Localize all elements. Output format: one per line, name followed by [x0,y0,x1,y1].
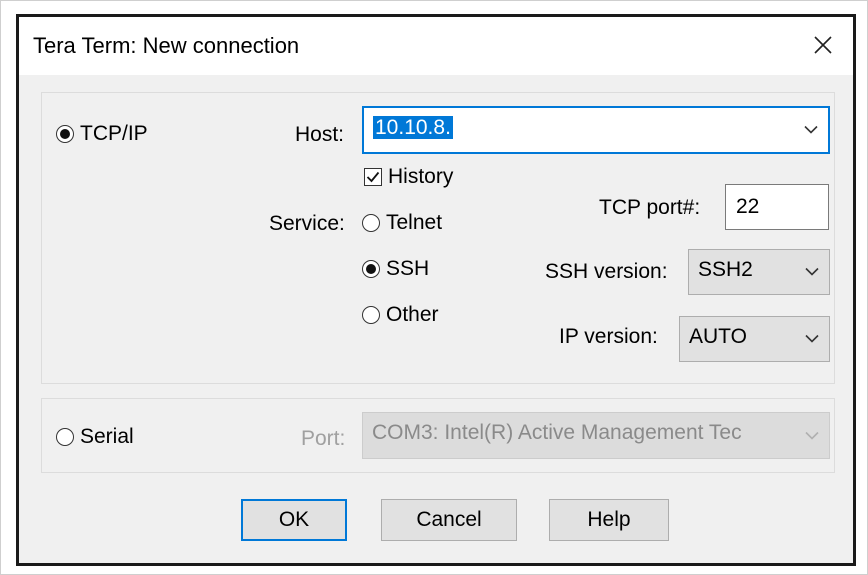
serial-radio-button[interactable] [56,428,74,446]
host-combobox[interactable]: 10.10.8. [362,106,830,154]
ok-button[interactable]: OK [241,499,347,541]
check-icon [366,171,380,183]
service-other-radio[interactable]: Other [362,303,439,327]
tcp-port-input[interactable]: 22 [725,184,829,230]
ip-version-value: AUTO [689,325,747,348]
close-button[interactable] [803,25,843,65]
tcpip-radio-label: TCP/IP [80,122,148,145]
tcp-port-value: 22 [736,195,760,218]
ssh-version-label: SSH version: [545,260,668,283]
history-label: History [388,165,454,188]
ip-version-label: IP version: [559,325,658,348]
serial-port-select[interactable]: COM3: Intel(R) Active Management Tec [362,412,830,459]
telnet-radio-button[interactable] [362,214,380,232]
tcpip-radio[interactable]: TCP/IP [56,122,148,146]
history-checkbox-row[interactable]: History [364,165,453,189]
ssh-version-select[interactable]: SSH2 [688,249,830,295]
ssh-label: SSH [386,257,430,280]
serial-group: Serial Port: COM3: Intel(R) Active Manag… [41,398,835,473]
tcpip-group: TCP/IP Host: 10.10.8. History Service: T… [41,92,835,384]
host-value: 10.10.8. [373,116,453,139]
other-radio-button[interactable] [362,306,380,324]
cancel-button[interactable]: Cancel [381,499,517,541]
chevron-down-icon[interactable] [805,267,819,277]
service-ssh-radio[interactable]: SSH [362,257,429,281]
serial-radio-label: Serial [80,425,134,448]
serial-radio[interactable]: Serial [56,425,134,449]
ssh-version-value: SSH2 [698,258,753,281]
title-bar: Tera Term: New connection [19,17,853,75]
tcpip-radio-button[interactable] [56,125,74,143]
close-icon [814,36,832,54]
help-button[interactable]: Help [549,499,669,541]
history-checkbox[interactable] [364,168,382,186]
dialog-window: Tera Term: New connection TCP/IP Host: 1… [16,14,856,566]
window-title: Tera Term: New connection [33,33,300,58]
ssh-radio-button[interactable] [362,260,380,278]
chevron-down-icon[interactable] [804,125,818,135]
service-label: Service: [269,212,345,235]
port-label: Port: [301,427,346,450]
chevron-down-icon[interactable] [805,334,819,344]
ip-version-select[interactable]: AUTO [679,316,830,362]
host-label: Host: [295,123,345,146]
telnet-label: Telnet [386,211,443,234]
service-telnet-radio[interactable]: Telnet [362,211,442,235]
host-input[interactable]: 10.10.8. [373,116,453,140]
serial-port-value: COM3: Intel(R) Active Management Tec [372,421,742,444]
other-label: Other [386,303,439,326]
chevron-down-icon [805,431,819,440]
tcp-port-label: TCP port#: [599,196,701,219]
